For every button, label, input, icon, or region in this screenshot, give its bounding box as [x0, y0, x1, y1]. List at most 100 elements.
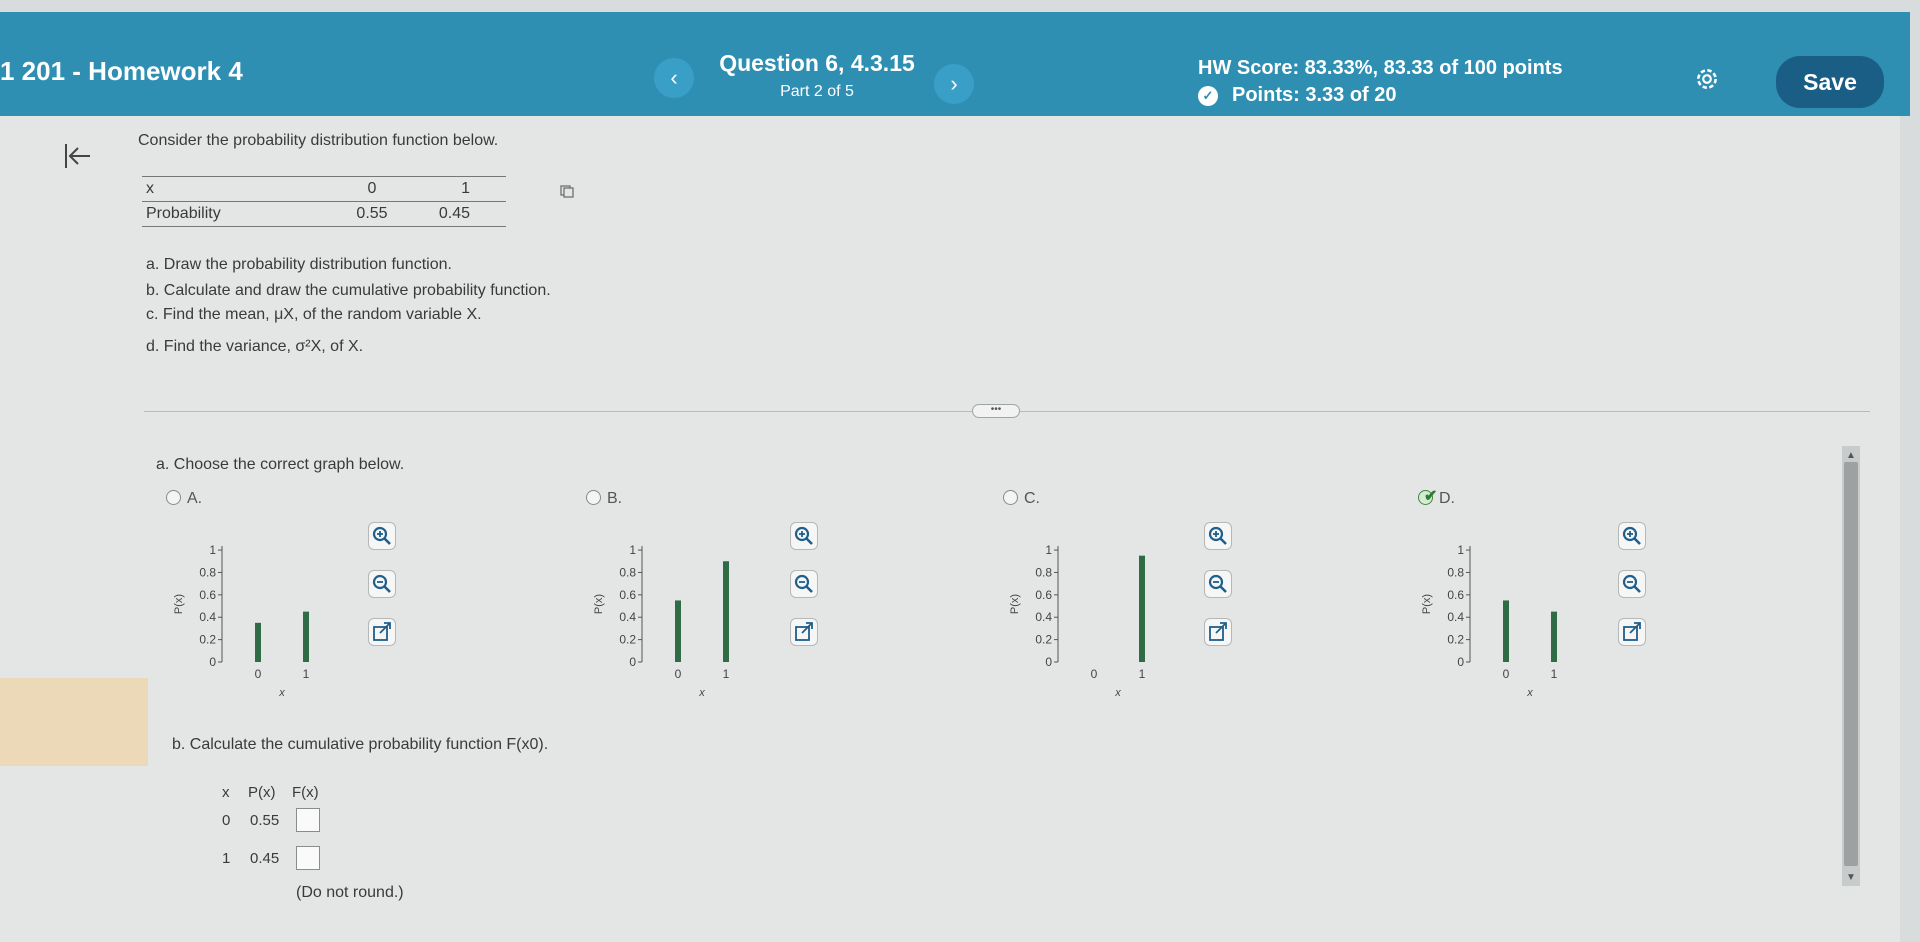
zoom-in-icon[interactable]: [790, 522, 818, 550]
y-tick-label: 1: [1045, 543, 1052, 557]
open-external-icon[interactable]: [1618, 618, 1646, 646]
scrollbar-thumb[interactable]: [1844, 462, 1858, 866]
table-header-x: x: [142, 176, 340, 202]
cdf-header-x: x: [222, 784, 230, 801]
option-label: A.: [187, 490, 203, 507]
radio-c[interactable]: [1003, 490, 1018, 505]
zoom-in-icon: [1622, 526, 1641, 545]
points-check-icon: ✓: [1198, 86, 1218, 106]
bar: [723, 561, 729, 662]
collapse-left-icon[interactable]: [62, 140, 94, 172]
y-tick-label: 0.6: [1447, 588, 1464, 602]
zoom-out-icon: [794, 574, 813, 593]
y-axis-label: P(x): [593, 594, 605, 614]
chart-svg: 1 0.8 0.6 0.4 0.2 0 P(x) 0 1 x: [173, 543, 310, 699]
bar: [675, 600, 681, 662]
y-tick-label: 0.2: [619, 633, 636, 647]
scroll-down-icon[interactable]: ▼: [1846, 872, 1856, 883]
cdf-header-px: P(x): [248, 784, 276, 801]
y-tick-label: 0.8: [199, 565, 216, 579]
previous-question-button[interactable]: ‹: [654, 58, 694, 98]
cdf-header-fx: F(x): [292, 784, 319, 801]
open-external-icon[interactable]: [1204, 618, 1232, 646]
graph-option-c: 1 0.8 0.6 0.4 0.2 0 P(x) 0 1 x: [1006, 536, 1196, 706]
y-tick-label: 0.8: [1447, 565, 1464, 579]
option-label: D.: [1439, 490, 1455, 507]
hw-score: HW Score: 83.33%, 83.33 of 100 points: [1198, 57, 1563, 79]
bar: [1139, 555, 1145, 662]
x-tick-label: 1: [1139, 667, 1146, 681]
part-a-prompt: a. Choose the correct graph below.: [156, 456, 405, 473]
open-external-icon: [1209, 622, 1227, 641]
zoom-in-icon[interactable]: [368, 522, 396, 550]
x-axis-label: x: [278, 687, 285, 699]
x-tick-label: 0: [1503, 667, 1510, 681]
zoom-in-icon[interactable]: [1204, 522, 1232, 550]
copy-icon[interactable]: [560, 184, 574, 198]
table-row: Probability 0.55 0.45: [142, 201, 506, 227]
open-external-icon: [1623, 622, 1641, 641]
y-tick-label: 0.6: [199, 588, 216, 602]
zoom-out-icon: [1622, 574, 1641, 593]
zoom-out-icon: [372, 574, 391, 593]
y-tick-label: 0: [1457, 655, 1464, 669]
graph-option-a: 1 0.8 0.6 0.4 0.2 0 P(x) 0 1 x: [170, 536, 360, 706]
option-a[interactable]: A.: [166, 490, 202, 508]
y-tick-label: 0.8: [1035, 565, 1052, 579]
option-c[interactable]: C.: [1003, 490, 1040, 508]
next-question-button[interactable]: ›: [934, 64, 974, 104]
y-tick-label: 0.4: [199, 610, 216, 624]
gear-icon[interactable]: [1694, 66, 1720, 92]
open-external-icon: [373, 622, 391, 641]
x-tick-label: 0: [255, 667, 262, 681]
bar: [1551, 611, 1557, 662]
bar: [303, 611, 309, 662]
top-bar: 1 201 - Homework 4 ‹ Question 6, 4.3.15 …: [0, 12, 1910, 116]
graph-option-d: 1 0.8 0.6 0.4 0.2 0 P(x) 0 1 x: [1418, 536, 1608, 706]
open-external-icon[interactable]: [368, 618, 396, 646]
open-external-icon[interactable]: [790, 618, 818, 646]
y-tick-label: 0: [1045, 655, 1052, 669]
x-tick-label: 1: [1551, 667, 1558, 681]
option-b[interactable]: B.: [586, 490, 622, 508]
cdf-cell-x: 0: [222, 812, 231, 829]
zoom-out-icon[interactable]: [368, 570, 396, 598]
scroll-up-icon[interactable]: ▲: [1846, 450, 1856, 461]
radio-a[interactable]: [166, 490, 181, 505]
y-tick-label: 0.2: [199, 633, 216, 647]
part-b-text: b. Calculate and draw the cumulative pro…: [146, 282, 551, 299]
cdf-input-f0[interactable]: [296, 808, 320, 832]
y-tick-label: 0.6: [1035, 588, 1052, 602]
zoom-in-icon: [794, 526, 813, 545]
y-tick-label: 0: [209, 655, 216, 669]
part-c-text: c. Find the mean, μX, of the random vari…: [146, 306, 482, 323]
table-cell: 1: [404, 176, 506, 202]
part-b-prompt: b. Calculate the cumulative probability …: [172, 736, 549, 753]
zoom-in-icon: [372, 526, 391, 545]
bar: [1503, 600, 1509, 662]
cdf-input-f1[interactable]: [296, 846, 320, 870]
cdf-cell-p: 0.55: [250, 812, 280, 829]
zoom-out-icon[interactable]: [1204, 570, 1232, 598]
problem-intro: Consider the probability distribution fu…: [138, 132, 499, 149]
x-tick-label: 0: [675, 667, 682, 681]
zoom-in-icon[interactable]: [1618, 522, 1646, 550]
x-axis-label: x: [1526, 687, 1533, 699]
y-tick-label: 0.4: [619, 610, 636, 624]
option-label: B.: [607, 490, 623, 507]
correct-check-icon: ✔: [1424, 488, 1438, 505]
chart-svg: 1 0.8 0.6 0.4 0.2 0 P(x) 0 1 x: [593, 543, 730, 699]
zoom-in-icon: [1208, 526, 1227, 545]
more-button[interactable]: •••: [972, 404, 1020, 418]
table-cell: 0.55: [340, 201, 404, 227]
homework-title: 1 201 - Homework 4: [0, 56, 243, 86]
save-button[interactable]: Save: [1776, 56, 1884, 108]
chart-svg: 1 0.8 0.6 0.4 0.2 0 P(x) 0 1 x: [1421, 543, 1558, 699]
y-tick-label: 0: [629, 655, 636, 669]
radio-b[interactable]: [586, 490, 601, 505]
x-tick-label: 1: [303, 667, 310, 681]
chart-svg: 1 0.8 0.6 0.4 0.2 0 P(x) 0 1 x: [1009, 543, 1146, 699]
table-row: x 0 1: [142, 176, 506, 202]
zoom-out-icon[interactable]: [790, 570, 818, 598]
zoom-out-icon[interactable]: [1618, 570, 1646, 598]
